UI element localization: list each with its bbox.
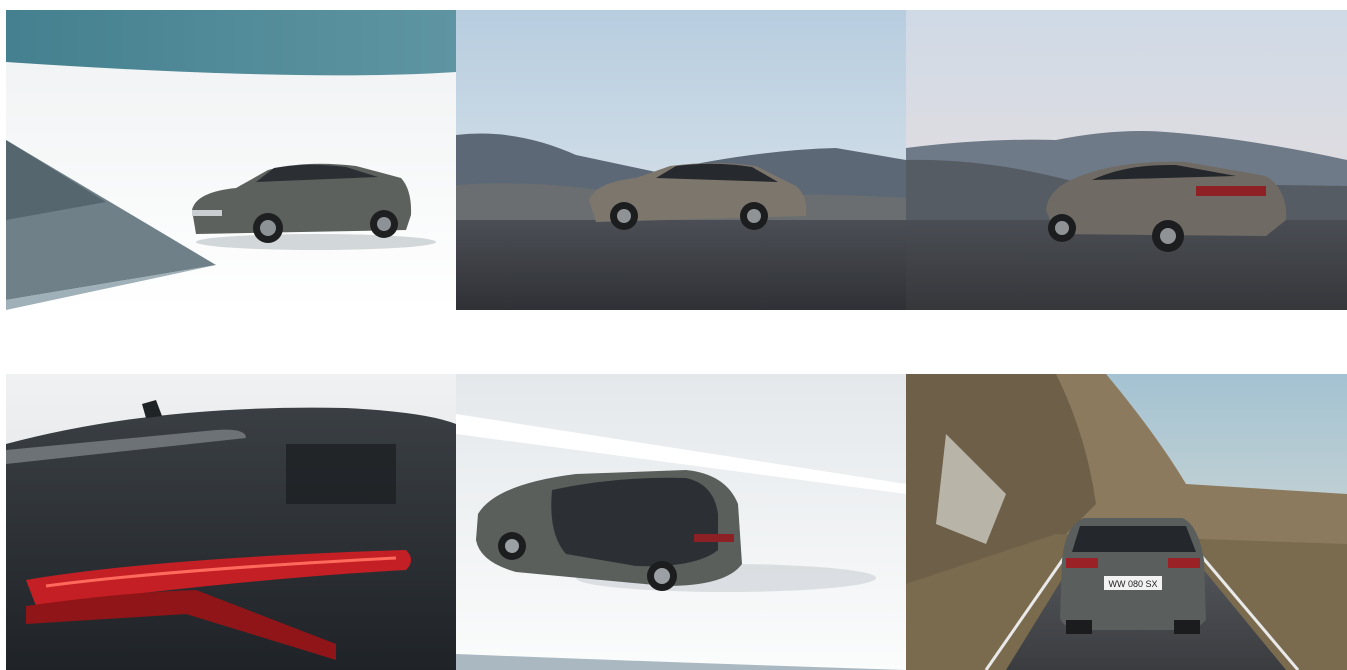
gallery-image-rear-mountain[interactable]	[906, 10, 1347, 310]
image-mountain-road: WW 080 SX	[906, 374, 1347, 670]
photo-gallery: WW 080 SX	[0, 0, 1347, 670]
gallery-image-taillight-detail[interactable]	[6, 374, 456, 670]
license-plate-text: WW 080 SX	[1108, 579, 1157, 589]
gallery-image-mountain-road[interactable]: WW 080 SX	[906, 374, 1347, 670]
image-top-view	[456, 374, 906, 670]
gallery-image-side-mountain[interactable]	[456, 10, 906, 310]
image-studio-front	[6, 10, 456, 310]
image-side-mountain	[456, 10, 906, 310]
image-rear-mountain	[906, 10, 1347, 310]
image-taillight-detail	[6, 374, 456, 670]
gallery-image-top-view[interactable]	[456, 374, 906, 670]
gallery-image-studio-front[interactable]	[6, 10, 456, 310]
